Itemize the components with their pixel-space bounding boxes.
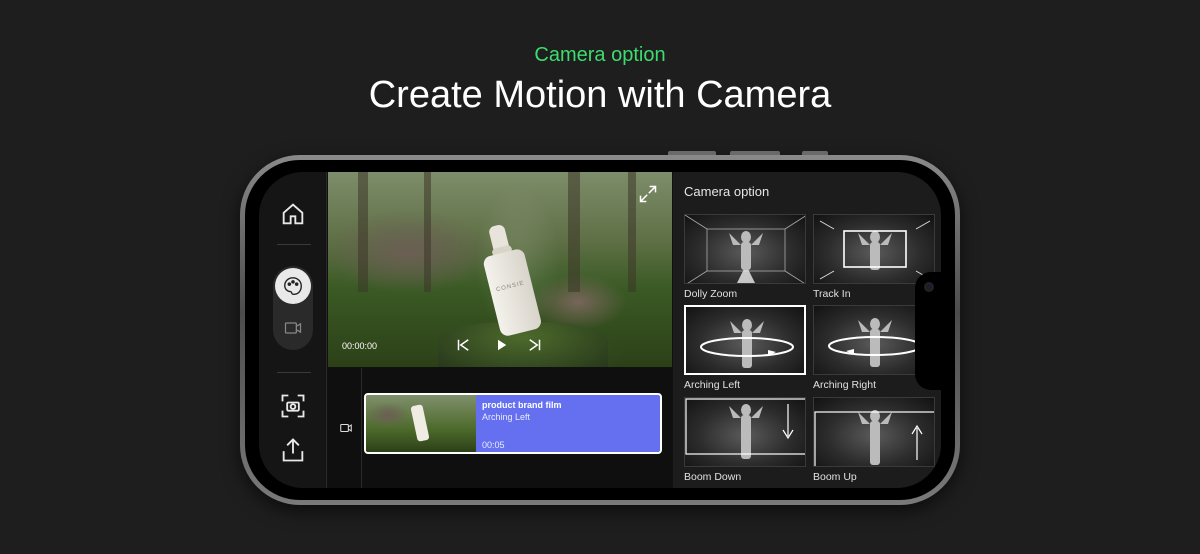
dolly-zoom-icon xyxy=(685,215,805,283)
option-label: Dolly Zoom xyxy=(684,288,738,300)
panel-title: Camera option xyxy=(684,184,770,199)
play-icon[interactable] xyxy=(492,336,510,354)
timecode: 00:00:00 xyxy=(342,341,378,351)
video-track-icon xyxy=(340,423,352,433)
expand-icon[interactable] xyxy=(638,184,658,204)
option-boom-up[interactable]: Boom Up xyxy=(813,397,935,483)
dolly-zoom-thumbnail xyxy=(684,214,806,284)
option-boom-down[interactable]: Boom Down xyxy=(684,397,806,483)
product-bottle: CONSIE xyxy=(475,221,543,338)
rail-divider xyxy=(277,372,311,373)
boom-down-icon xyxy=(685,398,805,459)
timeline-clip[interactable]: product brand film Arching Left 00:05 xyxy=(364,393,662,454)
track-in-icon xyxy=(819,220,931,280)
phone-frame: CONSIE 00:00:00 product brand film Archi… xyxy=(240,151,960,505)
camera-notch xyxy=(915,272,941,390)
arching-left-thumbnail xyxy=(684,305,806,375)
track-gutter xyxy=(328,368,362,488)
left-rail xyxy=(259,172,327,488)
video-preview[interactable]: CONSIE 00:00:00 xyxy=(328,172,672,367)
tree xyxy=(358,172,368,292)
share-icon[interactable] xyxy=(279,436,307,464)
option-arching-left[interactable]: Arching Left xyxy=(684,305,806,391)
clip-thumbnail xyxy=(366,395,476,452)
home-icon[interactable] xyxy=(279,200,307,228)
skip-forward-icon[interactable] xyxy=(526,336,544,354)
option-label: Boom Up xyxy=(813,471,857,483)
clip-title: product brand film xyxy=(482,400,562,410)
screenshot-icon[interactable] xyxy=(279,392,307,420)
palette-icon xyxy=(284,277,302,295)
tree xyxy=(628,172,636,292)
boom-up-icon xyxy=(814,410,934,466)
phone-button xyxy=(730,151,780,155)
option-label: Arching Left xyxy=(684,379,741,391)
camera-option-panel: Camera option Dolly Zoom Track In Archin… xyxy=(673,172,941,488)
app-screen: CONSIE 00:00:00 product brand film Archi… xyxy=(259,172,941,488)
phone-button xyxy=(668,151,716,155)
timeline[interactable]: product brand film Arching Left 00:05 xyxy=(328,368,672,488)
palette-mode-button[interactable] xyxy=(275,268,311,304)
boom-up-thumbnail xyxy=(813,397,935,467)
clip-duration: 00:05 xyxy=(482,440,505,450)
phone-button xyxy=(802,151,828,155)
video-icon[interactable] xyxy=(283,318,303,338)
page-headline: Create Motion with Camera xyxy=(368,74,832,116)
skip-back-icon[interactable] xyxy=(454,336,472,354)
boom-down-thumbnail xyxy=(684,397,806,467)
clip-motion: Arching Left xyxy=(482,412,531,422)
arching-left-icon xyxy=(700,319,794,368)
mode-switch[interactable] xyxy=(273,266,313,350)
rail-divider xyxy=(277,244,311,245)
option-dolly-zoom[interactable]: Dolly Zoom xyxy=(684,214,806,300)
option-label: Boom Down xyxy=(684,471,742,483)
eyebrow-label: Camera option xyxy=(534,44,666,66)
tree xyxy=(424,172,431,292)
tree xyxy=(568,172,580,292)
track-in-thumbnail xyxy=(813,214,935,284)
